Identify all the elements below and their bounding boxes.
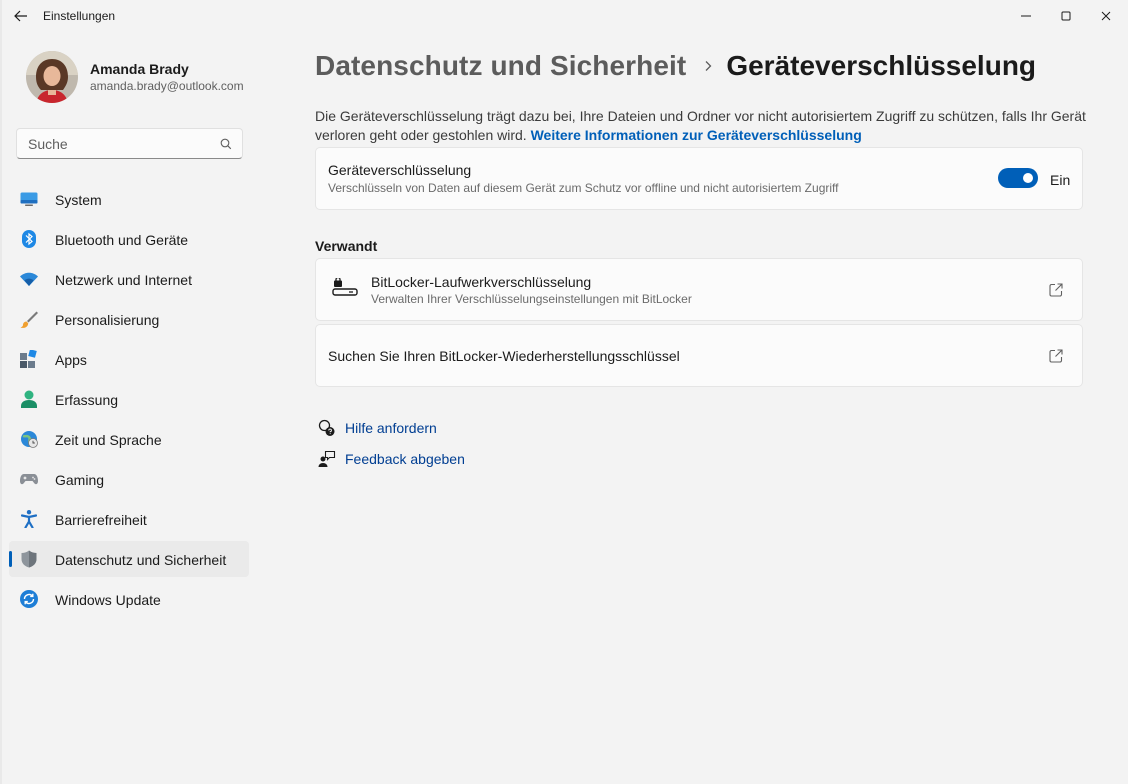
sidebar-item-accessibility[interactable]: Barrierefreiheit — [9, 501, 249, 537]
sidebar-item-label: Zeit und Sprache — [55, 432, 162, 448]
sidebar-item-label: Personalisierung — [55, 312, 160, 328]
maximize-button[interactable] — [1044, 0, 1088, 32]
globe-clock-icon — [20, 430, 38, 448]
toggle-knob — [1023, 173, 1033, 183]
sidebar-nav: System Bluetooth und Geräte Netzwerk und… — [9, 181, 249, 621]
recovery-key-card[interactable]: Suchen Sie Ihren BitLocker-Wiederherstel… — [315, 324, 1083, 387]
card-title: BitLocker-Laufwerkverschlüsselung — [371, 274, 592, 290]
shield-icon — [20, 550, 38, 568]
sidebar-item-label: Datenschutz und Sicherheit — [55, 552, 227, 568]
accessibility-icon — [20, 510, 38, 528]
sidebar-item-label: Gaming — [55, 472, 105, 488]
sidebar-item-label: Erfassung — [55, 392, 119, 408]
get-help-label[interactable]: Hilfe anfordern — [345, 420, 437, 436]
sidebar-item-label: Apps — [55, 352, 87, 368]
monitor-icon — [20, 190, 38, 208]
search-input[interactable] — [28, 136, 208, 152]
user-profile[interactable]: Amanda Brady amanda.brady@outlook.com — [26, 51, 244, 103]
close-button[interactable] — [1084, 0, 1128, 32]
feedback-link[interactable]: Feedback abgeben — [318, 450, 465, 468]
minimize-button[interactable] — [1004, 0, 1048, 32]
profile-email: amanda.brady@outlook.com — [90, 79, 244, 93]
chevron-right-icon — [704, 60, 712, 72]
sidebar-item-gaming[interactable]: Gaming — [9, 461, 249, 497]
encryption-toggle[interactable] — [998, 168, 1038, 188]
open-external-icon[interactable] — [1049, 283, 1065, 299]
sidebar-item-personalization[interactable]: Personalisierung — [9, 301, 249, 337]
gamepad-icon — [20, 470, 38, 488]
minimize-icon — [1021, 15, 1031, 17]
bitlocker-card[interactable]: BitLocker-Laufwerkverschlüsselung Verwal… — [315, 258, 1083, 321]
card-subtitle: Verschlüsseln von Daten auf diesem Gerät… — [328, 181, 839, 195]
sidebar-item-windows-update[interactable]: Windows Update — [9, 581, 249, 617]
wifi-icon — [20, 270, 38, 288]
arrow-left-icon — [14, 10, 27, 22]
sidebar-item-label: Windows Update — [55, 592, 161, 608]
settings-window: Einstellungen Amanda Brady amanda.brady@… — [2, 0, 1128, 784]
sidebar-item-system[interactable]: System — [9, 181, 249, 217]
close-icon — [1101, 11, 1111, 21]
app-title: Einstellungen — [43, 9, 116, 23]
sidebar-item-label: Bluetooth und Geräte — [55, 232, 189, 248]
related-heading: Verwandt — [315, 238, 378, 254]
sidebar-item-network[interactable]: Netzwerk und Internet — [9, 261, 249, 297]
toggle-state-label: Ein — [1050, 172, 1071, 188]
open-external-icon[interactable] — [1049, 349, 1065, 365]
drive-lock-icon — [332, 276, 358, 303]
card-title: Geräteverschlüsselung — [328, 162, 472, 178]
feedback-label[interactable]: Feedback abgeben — [345, 451, 465, 467]
search-icon[interactable] — [220, 138, 232, 150]
help-chat-icon — [318, 419, 336, 437]
search-box[interactable] — [16, 128, 243, 159]
card-subtitle: Verwalten Ihrer Verschlüsselungseinstell… — [371, 292, 692, 306]
learn-more-link[interactable]: Weitere Informationen zur Geräteverschlü… — [531, 127, 862, 143]
sidebar-item-bluetooth[interactable]: Bluetooth und Geräte — [9, 221, 249, 257]
apps-icon — [20, 350, 38, 368]
sidebar-item-label: Netzwerk und Internet — [55, 272, 192, 288]
sidebar-item-accounts[interactable]: Erfassung — [9, 381, 249, 417]
brush-icon — [20, 310, 38, 328]
sidebar-item-privacy-security[interactable]: Datenschutz und Sicherheit — [9, 541, 249, 577]
device-encryption-card: Geräteverschlüsselung Verschlüsseln von … — [315, 147, 1083, 210]
breadcrumb: Datenschutz und Sicherheit Geräteverschl… — [315, 50, 1036, 82]
sidebar-item-apps[interactable]: Apps — [9, 341, 249, 377]
intro-text: Die Geräteverschlüsselung trägt dazu bei… — [315, 107, 1095, 145]
feedback-icon — [318, 450, 336, 468]
maximize-icon — [1061, 11, 1071, 21]
card-title: Suchen Sie Ihren BitLocker-Wiederherstel… — [328, 348, 680, 364]
profile-name: Amanda Brady — [90, 61, 189, 77]
sidebar-item-time-language[interactable]: Zeit und Sprache — [9, 421, 249, 457]
person-icon — [20, 390, 38, 408]
bluetooth-icon — [20, 230, 38, 248]
back-button[interactable] — [10, 6, 32, 26]
sidebar-item-label: Barrierefreiheit — [55, 512, 147, 528]
avatar — [26, 51, 78, 103]
breadcrumb-parent[interactable]: Datenschutz und Sicherheit — [315, 50, 686, 82]
sidebar-item-label: System — [55, 192, 102, 208]
selection-indicator — [9, 551, 12, 567]
page-title: Geräteverschlüsselung — [726, 50, 1037, 81]
sync-icon — [20, 590, 38, 608]
get-help-link[interactable]: Hilfe anfordern — [318, 419, 437, 437]
title-bar: Einstellungen — [2, 0, 1128, 32]
